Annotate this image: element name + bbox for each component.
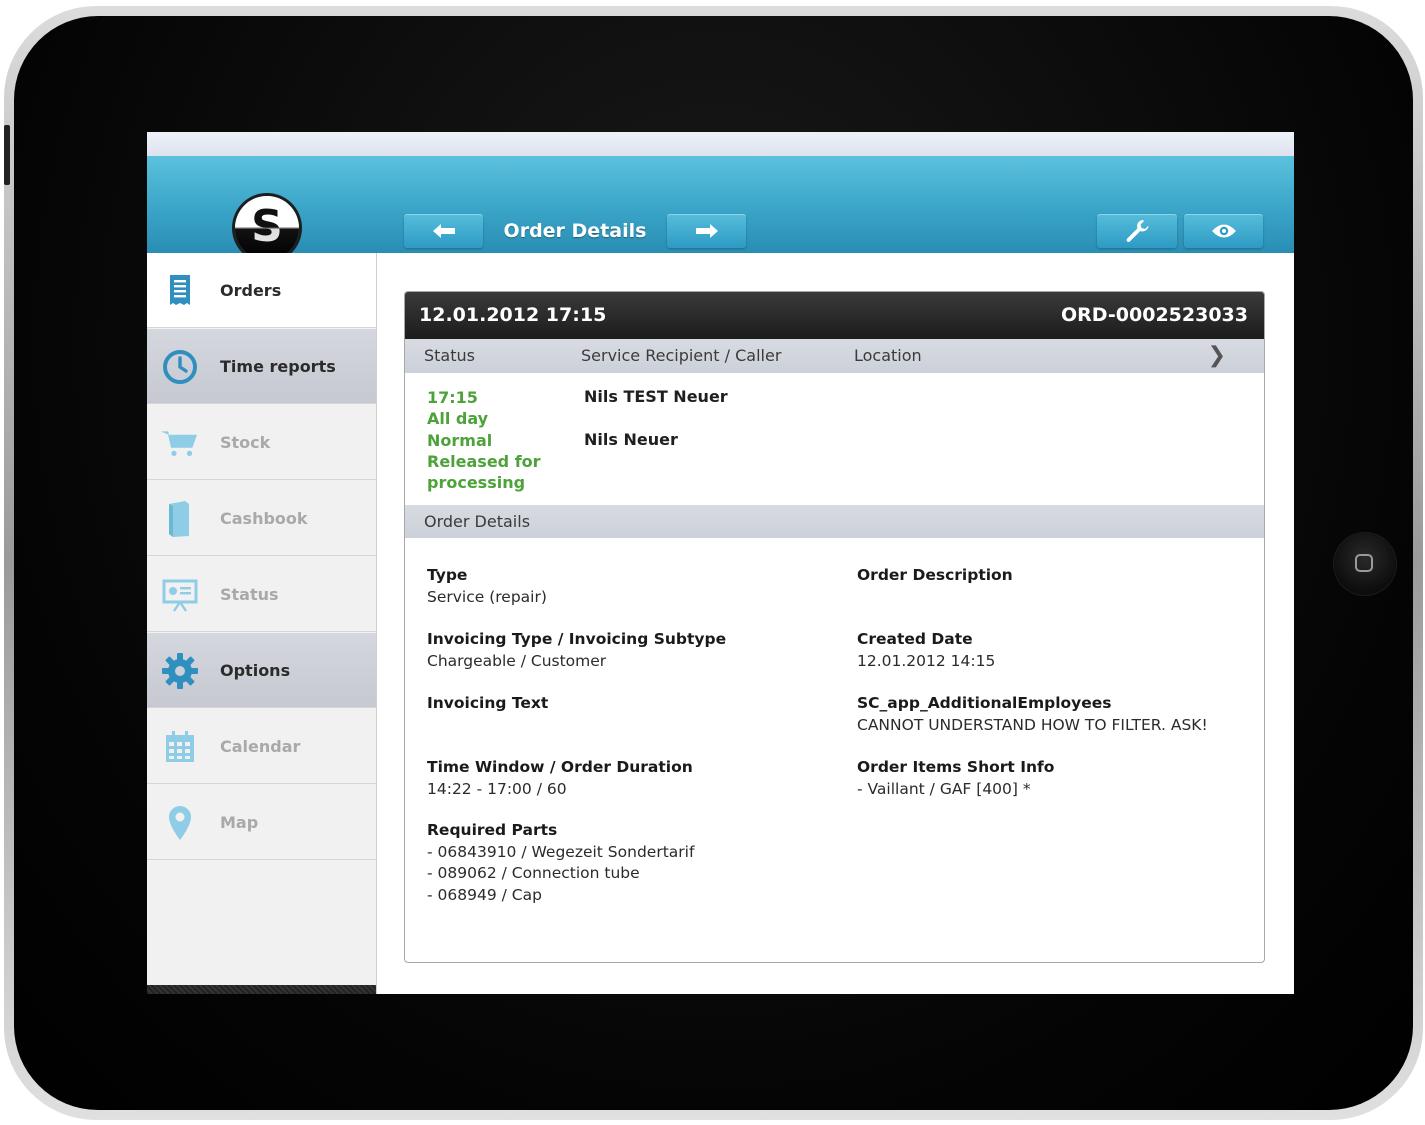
back-button[interactable] (404, 214, 483, 248)
home-square-icon (1355, 554, 1373, 572)
field-value: Chargeable / Customer (427, 651, 607, 670)
sidebar-item-label: Map (220, 812, 259, 832)
sidebar: Orders Time reports Stock Cashbook Statu… (147, 253, 377, 994)
sidebar-item-status[interactable]: Status (147, 557, 376, 632)
sidebar-item-label: Status (220, 584, 279, 604)
book-icon (161, 500, 199, 538)
sidebar-item-stock[interactable]: Stock (147, 405, 376, 480)
field-label: Created Date (857, 630, 973, 648)
recipient-secondary: Nils Neuer (584, 430, 678, 449)
field-time-window: Time Window / Order Duration 14:22 - 17:… (427, 757, 693, 800)
map-pin-icon (161, 804, 199, 842)
field-order-description: Order Description (857, 565, 1013, 587)
field-label: Invoicing Text (427, 694, 549, 712)
field-label: Required Parts (427, 821, 558, 839)
field-label: Type (427, 566, 468, 584)
column-status: Status (424, 346, 475, 365)
recipient-primary: Nils TEST Neuer (584, 387, 728, 406)
page-title: Order Details (503, 220, 647, 242)
field-required-parts: Required Parts - 06843910 / Wegezeit Son… (427, 820, 694, 906)
field-value: 12.01.2012 14:15 (857, 651, 996, 670)
order-details-heading: Order Details (405, 505, 1264, 538)
status-line: Normal (427, 430, 493, 450)
field-value: - Vaillant / GAF [400] * (857, 779, 1031, 798)
cart-icon (161, 424, 199, 462)
wrench-icon (1126, 220, 1149, 242)
column-recipient: Service Recipient / Caller (581, 346, 782, 365)
sidebar-item-orders[interactable]: Orders (147, 253, 376, 328)
sidebar-item-label: Orders (220, 280, 282, 300)
sidebar-item-cashbook[interactable]: Cashbook (147, 481, 376, 556)
sidebar-item-label: Cashbook (220, 508, 308, 528)
eye-icon (1211, 224, 1236, 238)
sidebar-item-label: Stock (220, 432, 271, 452)
view-button[interactable] (1184, 214, 1263, 248)
order-number: ORD-0002523033 (1061, 304, 1248, 326)
sidebar-item-map[interactable]: Map (147, 785, 376, 860)
arrow-left-icon (432, 224, 455, 238)
forward-button[interactable] (667, 214, 746, 248)
status-line: All day (427, 409, 489, 429)
app-logo (235, 196, 299, 260)
section-title: Order Details (424, 512, 531, 531)
gear-icon (161, 652, 199, 690)
field-label: SC_app_AdditionalEmployees (857, 694, 1112, 712)
sidebar-item-label: Calendar (220, 736, 301, 756)
sidebar-footer (147, 985, 376, 994)
status-line: processing (427, 473, 526, 493)
field-value: CANNOT UNDERSTAND HOW TO FILTER. ASK! (857, 715, 1208, 734)
field-label: Order Items Short Info (857, 758, 1055, 776)
field-created-date: Created Date 12.01.2012 14:15 (857, 629, 995, 672)
sidebar-item-options[interactable]: Options (147, 633, 376, 708)
chevron-right-icon[interactable]: ❯ (1208, 339, 1226, 373)
order-card: 12.01.2012 17:15 ORD-0002523033 Status S… (404, 291, 1265, 963)
field-additional-employees: SC_app_AdditionalEmployees CANNOT UNDERS… (857, 693, 1208, 736)
field-value: 14:22 - 17:00 / 60 (427, 779, 567, 798)
home-button[interactable] (1334, 533, 1396, 595)
top-bar: Order Details (147, 156, 1294, 260)
part-line: - 06843910 / Wegezeit Sondertarif (427, 842, 695, 861)
part-line: - 089062 / Connection tube (427, 864, 640, 882)
receipt-icon (161, 272, 199, 310)
order-datetime: 12.01.2012 17:15 (419, 304, 607, 326)
order-columns-header[interactable]: Status Service Recipient / Caller Locati… (405, 339, 1264, 373)
status-line: 17:15 (427, 388, 478, 407)
sidebar-item-label: Time reports (220, 356, 336, 376)
column-location: Location (854, 346, 922, 365)
clock-icon (161, 348, 199, 386)
calendar-icon (161, 728, 199, 766)
part-line: - 068949 / Cap (427, 885, 542, 904)
field-value: Service (repair) (427, 587, 547, 606)
sidebar-item-calendar[interactable]: Calendar (147, 709, 376, 784)
presentation-icon (161, 576, 199, 614)
status-line: Released for (427, 451, 541, 471)
arrow-right-icon (695, 224, 718, 238)
tablet-side-button (4, 125, 10, 185)
field-label: Time Window / Order Duration (427, 758, 693, 776)
field-items-short-info: Order Items Short Info - Vaillant / GAF … (857, 757, 1054, 800)
app-screen: Order Details (147, 132, 1294, 994)
order-status: 17:15 All day Normal Released for proces… (427, 387, 567, 493)
field-label: Order Description (857, 566, 1013, 584)
field-invoicing-text: Invoicing Text (427, 693, 548, 715)
status-strip (147, 132, 1294, 156)
field-label: Invoicing Type / Invoicing Subtype (427, 630, 727, 648)
tools-button[interactable] (1097, 214, 1177, 248)
sidebar-item-time-reports[interactable]: Time reports (147, 329, 376, 404)
order-card-header: 12.01.2012 17:15 ORD-0002523033 (405, 292, 1264, 339)
field-invoicing-type: Invoicing Type / Invoicing Subtype Charg… (427, 629, 726, 672)
field-type: Type Service (repair) (427, 565, 547, 608)
sidebar-item-label: Options (220, 660, 291, 680)
